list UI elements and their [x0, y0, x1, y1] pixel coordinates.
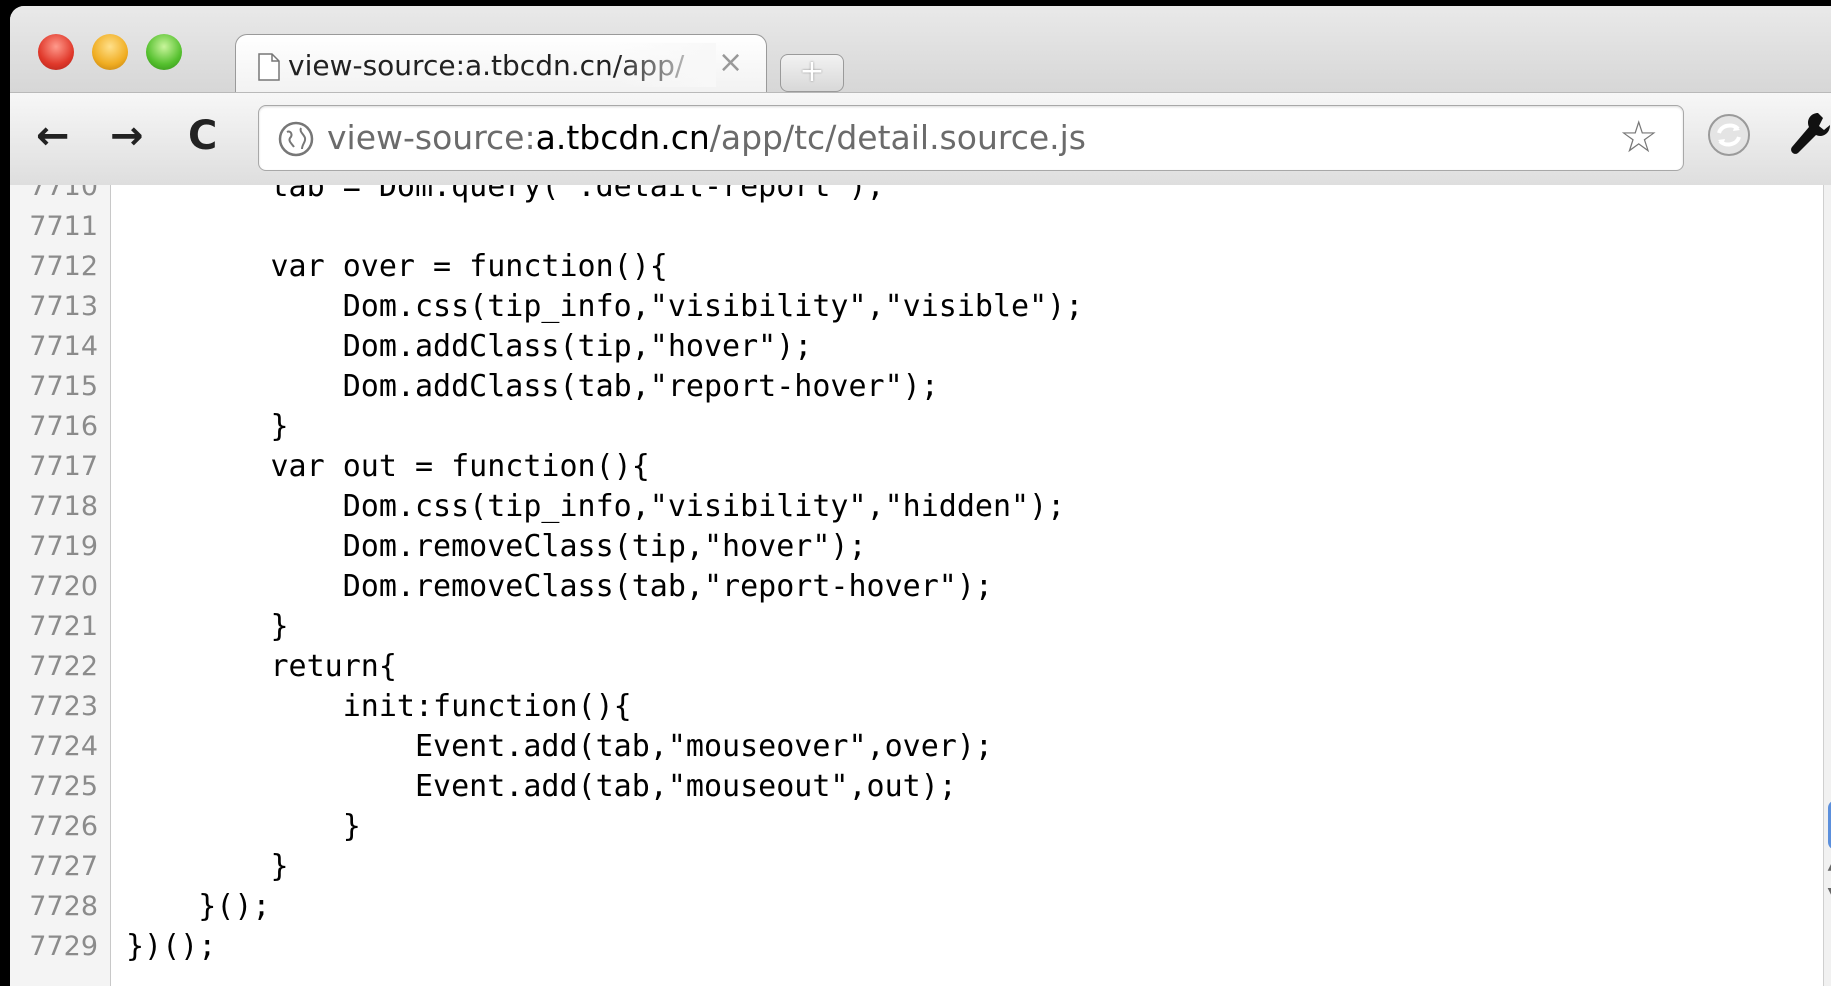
line-code: Dom.addClass(tip,"hover"); — [126, 329, 813, 364]
line-number: 7729 — [29, 931, 98, 962]
line-number: 7724 — [29, 731, 98, 762]
vertical-scrollbar[interactable]: ▲ ▼ — [1823, 185, 1831, 986]
source-line: 7715 Dom.addClass(tab,"report-hover"); — [10, 367, 1831, 407]
line-code: }(); — [126, 889, 271, 924]
line-code: var out = function(){ — [126, 449, 650, 484]
line-code: } — [126, 849, 289, 884]
line-code: return{ — [126, 649, 397, 684]
source-line: 7728 }(); — [10, 887, 1831, 927]
new-tab-button[interactable]: + — [780, 54, 844, 92]
line-code: Dom.addClass(tab,"report-hover"); — [126, 369, 939, 404]
line-number: 7711 — [29, 211, 98, 242]
line-number: 7722 — [29, 651, 98, 682]
line-code: Event.add(tab,"mouseover",over); — [126, 729, 993, 764]
line-code: })(); — [126, 929, 217, 964]
source-line: 7712 var over = function(){ — [10, 247, 1831, 287]
source-line: 7724 Event.add(tab,"mouseover",over); — [10, 727, 1831, 767]
tab-close-icon[interactable]: × — [718, 45, 743, 80]
source-line: 7727 } — [10, 847, 1831, 887]
line-code: var over = function(){ — [126, 249, 668, 284]
source-line: 7716 } — [10, 407, 1831, 447]
minimize-window-button[interactable] — [92, 34, 128, 70]
line-code: Dom.css(tip_info,"visibility","visible")… — [126, 289, 1084, 324]
source-line: 7725 Event.add(tab,"mouseout",out); — [10, 767, 1831, 807]
close-window-button[interactable] — [38, 34, 74, 70]
source-line: 7722 return{ — [10, 647, 1831, 687]
line-code: Dom.removeClass(tab,"report-hover"); — [126, 569, 993, 604]
tab-view-source[interactable]: view-source:a.tbcdn.cn/app/ × — [235, 34, 767, 93]
line-code: Event.add(tab,"mouseout",out); — [126, 769, 957, 804]
source-line: 7711 — [10, 207, 1831, 247]
forward-button[interactable]: → — [110, 113, 144, 159]
line-number: 7715 — [29, 371, 98, 402]
reload-button[interactable]: C — [188, 113, 217, 159]
line-number: 7720 — [29, 571, 98, 602]
browser-window: view-source:a.tbcdn.cn/app/ × + ← → C vi… — [10, 6, 1831, 986]
line-number: 7721 — [29, 611, 98, 642]
extension-icon[interactable] — [1705, 111, 1753, 159]
line-number: 7723 — [29, 691, 98, 722]
bookmark-star-icon[interactable]: ☆ — [1619, 112, 1658, 163]
source-line: 7729 })(); — [10, 927, 1831, 967]
line-number: 7713 — [29, 291, 98, 322]
line-code: Dom.css(tip_info,"visibility","hidden"); — [126, 489, 1066, 524]
line-code: } — [126, 409, 289, 444]
line-number: 7717 — [29, 451, 98, 482]
address-bar[interactable]: view-source:a.tbcdn.cn/app/tc/detail.sou… — [258, 105, 1684, 171]
scroll-up-arrow-icon[interactable]: ▲ — [1826, 857, 1831, 873]
source-line: 7717 var out = function(){ — [10, 447, 1831, 487]
line-code: } — [126, 609, 289, 644]
source-line: 7721 } — [10, 607, 1831, 647]
url-host: a.tbcdn.cn — [535, 118, 710, 157]
source-line: 7720 Dom.removeClass(tab,"report-hover")… — [10, 567, 1831, 607]
line-number: 7712 — [29, 251, 98, 282]
url-text: view-source:a.tbcdn.cn/app/tc/detail.sou… — [327, 118, 1086, 157]
source-line: 7726 } — [10, 807, 1831, 847]
line-code: Dom.removeClass(tip,"hover"); — [126, 529, 867, 564]
url-path: /app/tc/detail.source.js — [709, 118, 1086, 157]
line-number: 7726 — [29, 811, 98, 842]
line-number: 7718 — [29, 491, 98, 522]
line-number: 7725 — [29, 771, 98, 802]
line-code: } — [126, 809, 361, 844]
source-line: 7718 Dom.css(tip_info,"visibility","hidd… — [10, 487, 1831, 527]
source-line: 7719 Dom.removeClass(tip,"hover"); — [10, 527, 1831, 567]
document-icon — [258, 53, 280, 81]
source-line: 7713 Dom.css(tip_info,"visibility","visi… — [10, 287, 1831, 327]
line-number: 7710 — [29, 185, 98, 202]
source-line: 7723 init:function(){ — [10, 687, 1831, 727]
source-view[interactable]: 7710 tab = Dom.query(".detail-report"); 7… — [10, 185, 1831, 986]
back-button[interactable]: ← — [36, 113, 70, 159]
line-code: tab = Dom.query(".detail-report"); — [126, 185, 885, 204]
scroll-down-arrow-icon[interactable]: ▼ — [1826, 885, 1831, 901]
globe-icon — [278, 121, 314, 157]
tab-title-fade — [616, 43, 716, 87]
line-number: 7727 — [29, 851, 98, 882]
url-scheme: view-source: — [327, 118, 536, 157]
line-number: 7719 — [29, 531, 98, 562]
source-lines: 7710 tab = Dom.query(".detail-report"); 7… — [10, 185, 1831, 967]
source-line: 7710 tab = Dom.query(".detail-report"); — [10, 185, 1831, 207]
line-code: init:function(){ — [126, 689, 632, 724]
zoom-window-button[interactable] — [146, 34, 182, 70]
source-line: 7714 Dom.addClass(tip,"hover"); — [10, 327, 1831, 367]
line-number: 7728 — [29, 891, 98, 922]
line-number: 7716 — [29, 411, 98, 442]
wrench-icon[interactable] — [1788, 107, 1831, 163]
line-number: 7714 — [29, 331, 98, 362]
browser-toolbar: ← → C view-source:a.tbcdn.cn/app/tc/deta… — [10, 92, 1831, 186]
